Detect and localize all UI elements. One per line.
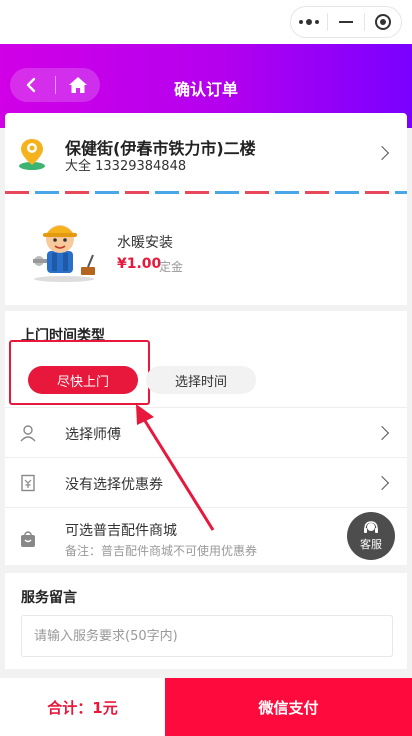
coupon-icon (21, 474, 35, 492)
chevron-right-icon (374, 145, 390, 161)
service-note-input[interactable] (21, 615, 393, 657)
coupon-row[interactable]: 没有选择优惠券 (5, 457, 407, 507)
system-top-bar (0, 0, 412, 44)
choose-time-button[interactable]: 选择时间 (146, 366, 256, 394)
chevron-right-icon (374, 425, 390, 441)
row-label: 可选普吉配件商城 (65, 523, 177, 539)
row-label: 没有选择优惠券 (65, 477, 163, 493)
address-card[interactable]: 保健街(伊春市铁力市)二楼 大全 13329384848 (5, 113, 407, 197)
customer-service-label: 客服 (360, 538, 382, 551)
location-pin-icon (19, 139, 45, 170)
checkout-bar: 合计：1元 微信支付 (0, 678, 412, 736)
page-title: 确认订单 (173, 80, 238, 99)
order-total: 合计：1元 (47, 698, 118, 717)
worker-illustration-icon (33, 225, 95, 282)
service-note-title: 服务留言 (21, 590, 77, 606)
row-note: 备注：普吉配件商城不可使用优惠券 (65, 544, 258, 558)
customer-service-button[interactable]: 客服 (347, 512, 395, 560)
product-name: 水暖安装 (117, 235, 173, 251)
address-contact: 大全 13329384848 (65, 159, 187, 174)
close-target-icon (375, 14, 391, 30)
service-note-card: 服务留言 (5, 573, 407, 669)
minimize-icon (339, 21, 353, 23)
bag-icon (21, 531, 35, 547)
asap-visit-button[interactable]: 尽快上门 (28, 366, 138, 394)
person-icon (20, 425, 36, 442)
deposit-label: 定金 (159, 260, 184, 274)
wechat-pay-button[interactable]: 微信支付 (165, 678, 412, 736)
order-options-card: 上门时间类型 尽快上门 选择时间 选择师傅 没有选择优惠券 可选普吉配件商城 备… (5, 311, 407, 565)
chevron-right-icon (374, 475, 390, 491)
close-program-button[interactable] (365, 7, 401, 37)
more-options-button[interactable] (291, 7, 327, 37)
product-card: 水暖安装 ¥1.00 定金 (5, 197, 407, 305)
headset-icon (364, 521, 378, 533)
more-dots-icon (299, 19, 319, 25)
product-price: ¥1.00 (117, 256, 162, 272)
choose-technician-row[interactable]: 选择师傅 (5, 407, 407, 457)
minimize-button[interactable] (328, 7, 364, 37)
address-envelope-border (5, 191, 407, 194)
mini-program-capsule (290, 6, 402, 38)
row-label: 选择师傅 (65, 427, 121, 443)
